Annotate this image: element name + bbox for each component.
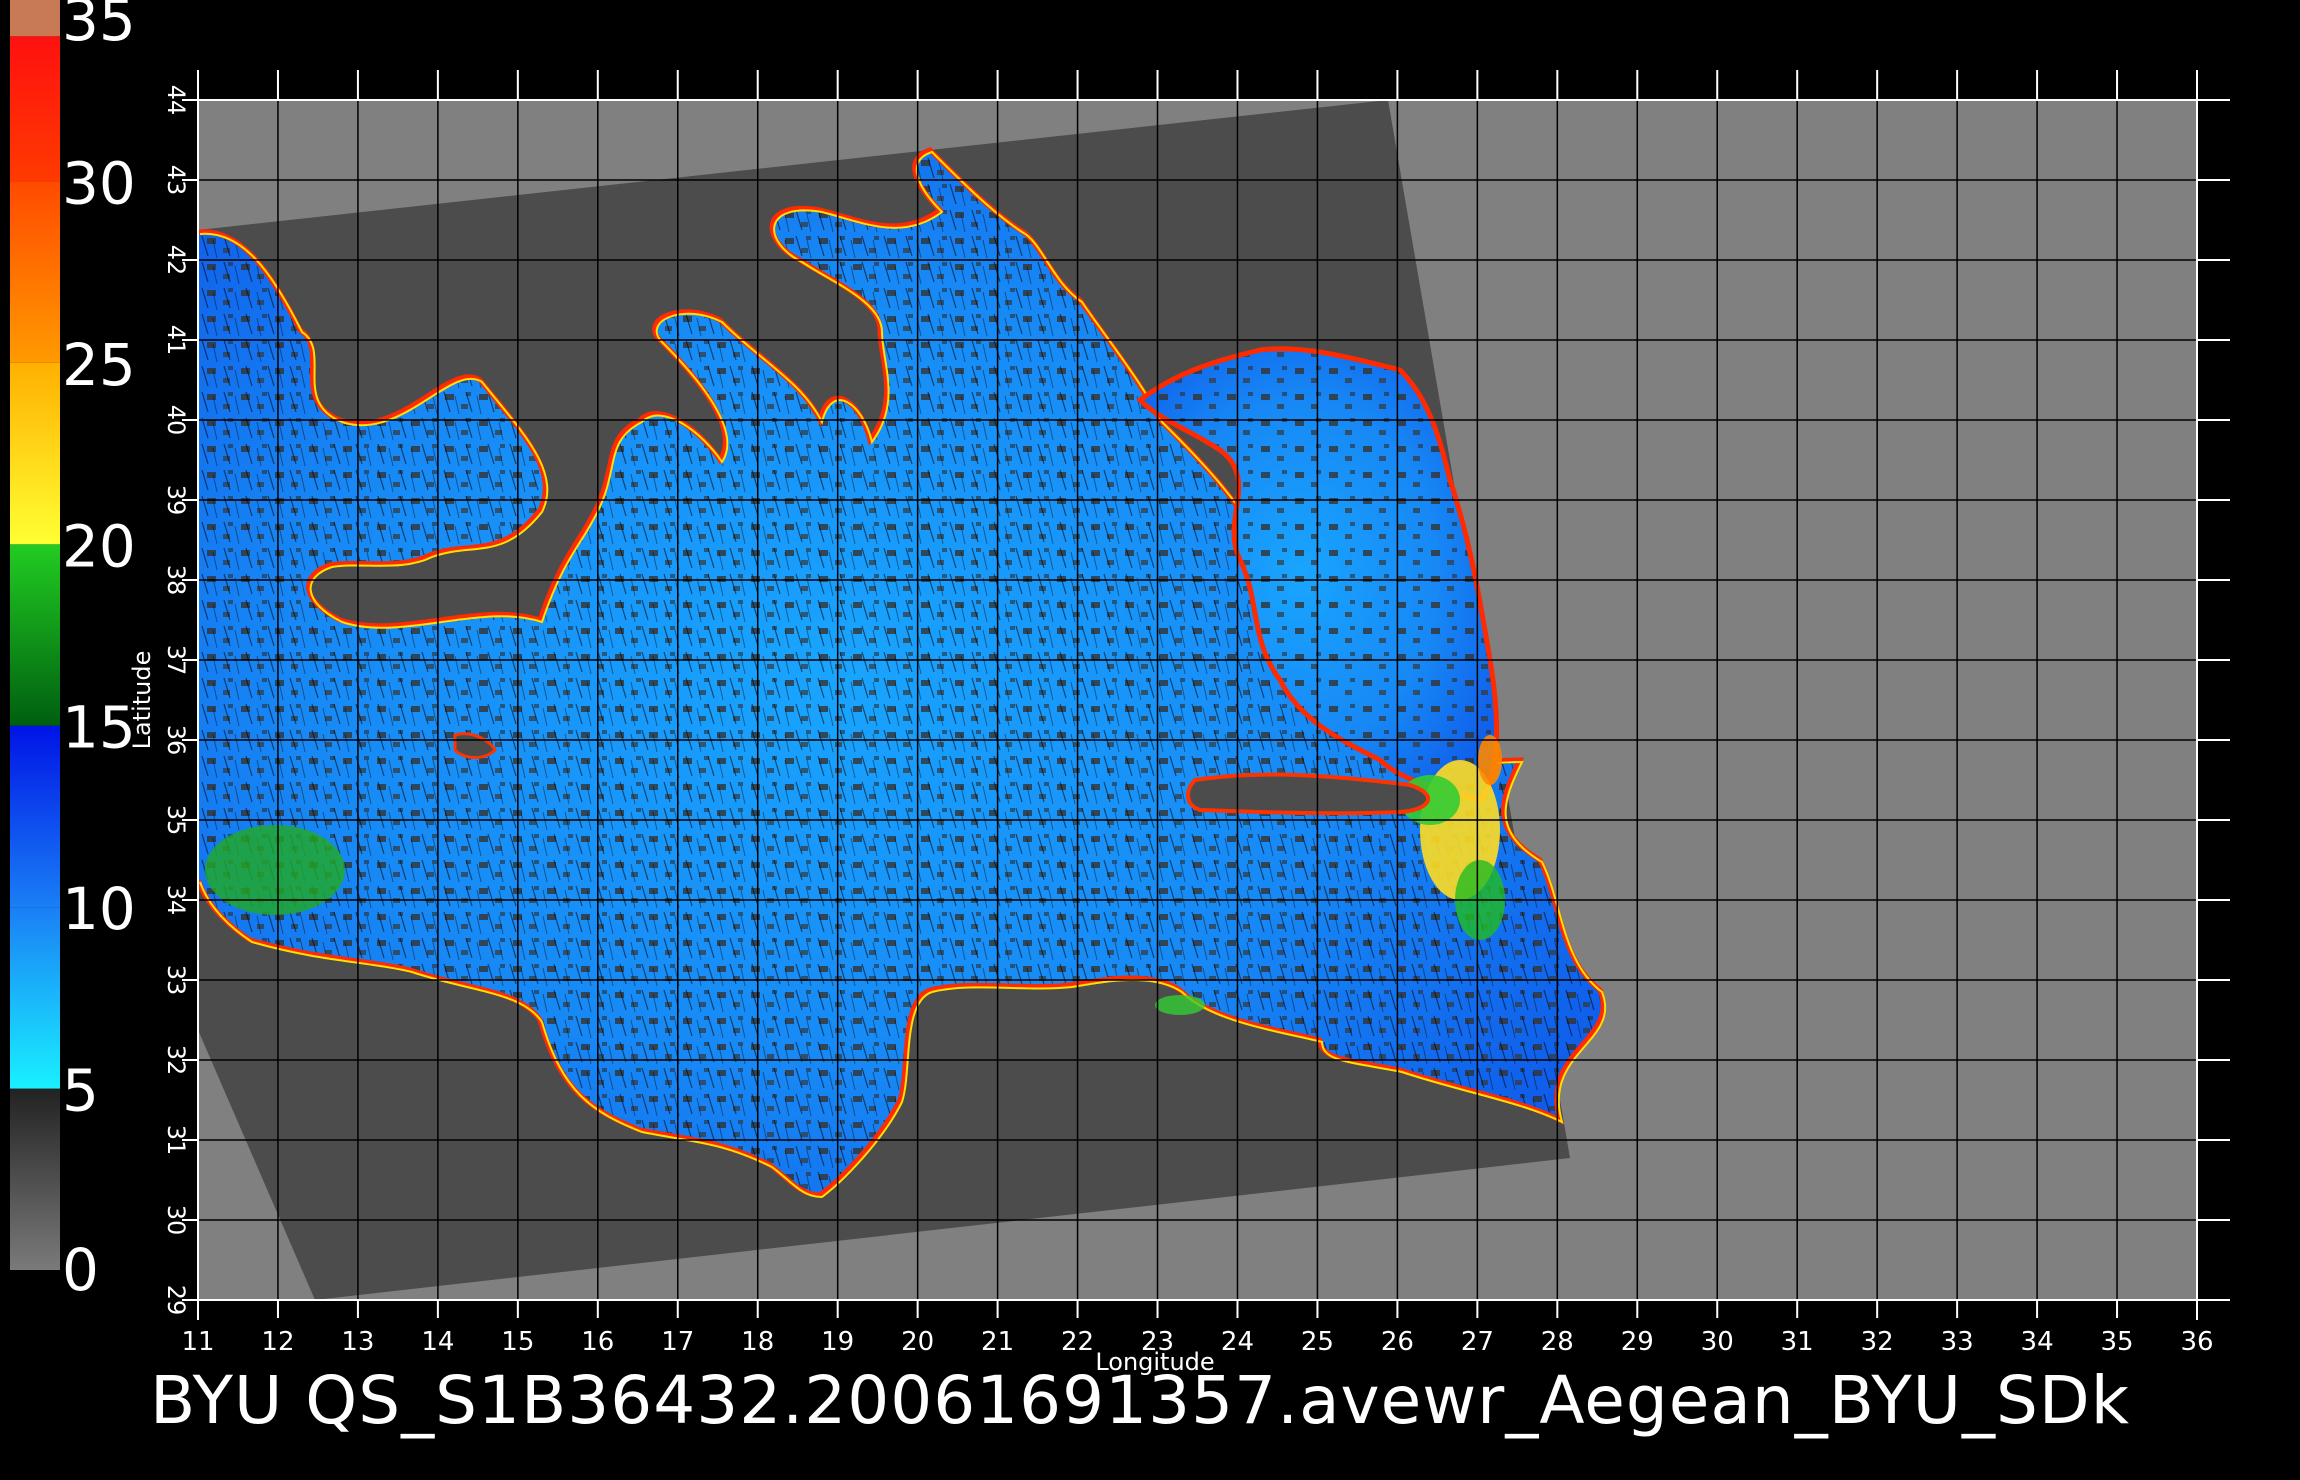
lon-tick-label: 19: [821, 1327, 854, 1357]
colorbar-segment: [10, 907, 60, 1089]
colorbar-segment: [10, 725, 60, 908]
lon-tick-label: 36: [2180, 1327, 2213, 1357]
colorbar-tick-label: 0: [62, 1236, 99, 1304]
colorbar-tick-label: 35: [62, 0, 136, 54]
image-caption: BYU QS_S1B36432.20061691357.avewr_Aegean…: [150, 1362, 2130, 1439]
lat-tick-label: 37: [162, 645, 190, 676]
colorbar-segment: [10, 36, 60, 182]
lon-tick-label: 30: [1701, 1327, 1734, 1357]
lon-tick-label: 25: [1301, 1327, 1334, 1357]
colorbar-segment: [10, 1088, 60, 1270]
lat-tick-label: 34: [162, 885, 190, 916]
lon-tick-label: 28: [1541, 1327, 1574, 1357]
lon-tick-label: 11: [181, 1327, 214, 1357]
colorbar-tick-label: 10: [62, 875, 136, 943]
colorbar-segment: [10, 544, 60, 726]
lat-tick-label: 31: [162, 1125, 190, 1156]
colorbar-segment: [10, 362, 60, 545]
colorbar-tick-label: 5: [62, 1057, 99, 1125]
colorbar-tick-label: 15: [62, 694, 136, 762]
lat-tick-label: 42: [162, 245, 190, 276]
wind-speed-colorbar: [10, 0, 60, 1270]
lon-tick-label: 21: [981, 1327, 1014, 1357]
colorbar-tick-label: 20: [62, 512, 136, 580]
lon-tick-label: 15: [501, 1327, 534, 1357]
lon-tick-label: 17: [661, 1327, 694, 1357]
lon-tick-label: 33: [1941, 1327, 1974, 1357]
lon-tick-label: 12: [261, 1327, 294, 1357]
lat-tick-label: 43: [162, 165, 190, 196]
lon-tick-label: 24: [1221, 1327, 1254, 1357]
lon-tick-label: 31: [1781, 1327, 1814, 1357]
lon-tick-label: 18: [741, 1327, 774, 1357]
colorbar-tick-labels: 0 5 10 15 20 25 30 35: [62, 0, 136, 1304]
lon-tick-label: 34: [2021, 1327, 2054, 1357]
colorbar-segment: [10, 0, 60, 37]
lat-tick-label: 30: [162, 1205, 190, 1236]
lat-tick-label: 33: [162, 965, 190, 996]
lat-tick-label: 35: [162, 805, 190, 836]
lon-tick-label: 20: [901, 1327, 934, 1357]
lat-tick-label: 41: [162, 325, 190, 356]
lon-tick-label: 22: [1061, 1327, 1094, 1357]
lon-tick-label: 14: [421, 1327, 454, 1357]
lat-tick-label: 32: [162, 1045, 190, 1076]
colorbar-tick-label: 25: [62, 331, 136, 399]
lat-tick-label: 29: [162, 1285, 190, 1316]
lat-tick-label: 44: [162, 85, 190, 116]
colorbar-tick-label: 30: [62, 149, 136, 217]
lon-tick-label: 16: [581, 1327, 614, 1357]
lon-tick-label: 26: [1381, 1327, 1414, 1357]
lon-tick-label: 27: [1461, 1327, 1494, 1357]
lon-tick-label: 13: [341, 1327, 374, 1357]
lon-tick-label: 29: [1621, 1327, 1654, 1357]
lon-tick-label: 35: [2100, 1327, 2133, 1357]
lat-tick-label: 36: [162, 725, 190, 756]
map-figure: 11 12 13 14 15 16 17 18 19 20 21 22 23 24 25 26 27 28 29 30…: [10, 0, 2230, 1376]
lat-tick-label: 40: [162, 405, 190, 436]
lat-tick-label: 39: [162, 485, 190, 516]
colorbar-segment: [10, 181, 60, 363]
lat-tick-label: 38: [162, 565, 190, 596]
lon-tick-label: 32: [1861, 1327, 1894, 1357]
